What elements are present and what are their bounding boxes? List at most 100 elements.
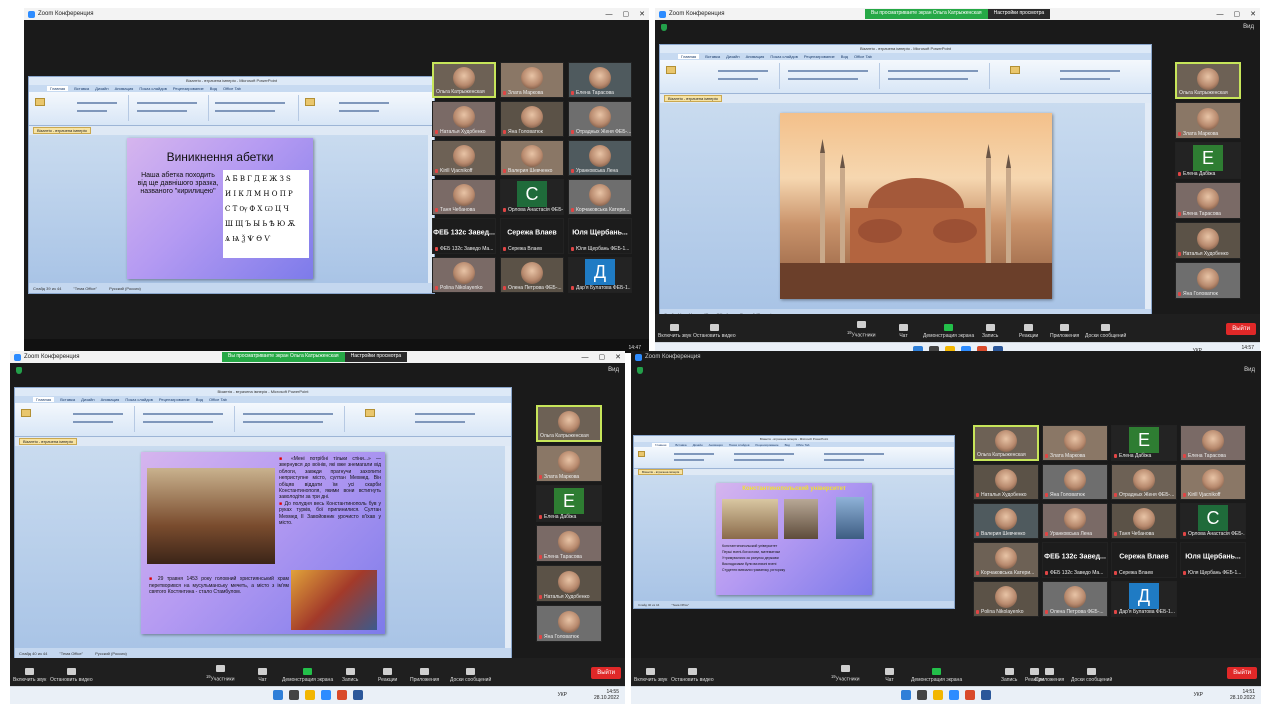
ribbon-tab[interactable]: Показ слайдов xyxy=(125,397,153,402)
share-screen-button[interactable]: Демонстрация экрана xyxy=(911,668,962,683)
ribbon-tab[interactable]: Главная xyxy=(47,86,69,91)
ribbon-tab[interactable]: Вставка xyxy=(705,54,720,59)
participant-tile[interactable]: Валерия Шевченко xyxy=(500,140,564,176)
ribbon-tab[interactable]: Рецензирование xyxy=(804,54,835,59)
participant-tile[interactable]: Валерия Шевченко xyxy=(973,503,1039,539)
chrome-icon[interactable] xyxy=(965,690,975,700)
participant-tile[interactable]: Наталья Худобенко xyxy=(973,464,1039,500)
minimize-icon[interactable]: — xyxy=(606,11,613,18)
participant-tile[interactable]: Корчаковська Катери... xyxy=(973,542,1039,578)
zoom-taskbar-icon[interactable] xyxy=(949,690,959,700)
search-icon[interactable] xyxy=(917,690,927,700)
participant-tile[interactable]: Polina Nikolayenko xyxy=(973,581,1039,617)
document-tab[interactable]: Візантія - втрачена імперія xyxy=(664,95,722,102)
participant-tile[interactable]: Д Дар'я Булатова ФЕБ-1... xyxy=(1111,581,1177,617)
chat-button[interactable]: Чат xyxy=(258,668,267,683)
ribbon-tab[interactable]: Office Tab xyxy=(223,86,241,91)
windows-start-icon[interactable] xyxy=(272,690,283,700)
apps-button[interactable]: Приложения xyxy=(1035,668,1064,683)
paste-icon[interactable] xyxy=(638,451,645,457)
keyboard-language[interactable]: УКР xyxy=(558,692,567,698)
participant-tile[interactable]: Корчаковська Катери... xyxy=(568,179,632,215)
ribbon-tab[interactable]: Анимация xyxy=(746,54,765,59)
ribbon-tab[interactable]: Вид xyxy=(210,86,217,91)
ribbon-tab[interactable]: Office Tab xyxy=(796,443,809,447)
ribbon-tab[interactable]: Дизайн xyxy=(726,54,739,59)
paste-icon[interactable] xyxy=(666,66,676,74)
record-button[interactable]: Запись xyxy=(342,668,358,683)
chat-button[interactable]: Чат xyxy=(899,324,908,339)
participant-tile[interactable]: Ольга Катрыженская xyxy=(536,405,602,442)
ribbon-tab[interactable]: Office Tab xyxy=(854,54,872,59)
participant-tile[interactable]: Kirill Vjacnikoff xyxy=(1180,464,1246,500)
reactions-button[interactable]: Реакции xyxy=(1019,324,1038,339)
participant-tile[interactable]: Наталья Худобенко xyxy=(1175,222,1241,259)
view-button[interactable]: Вид xyxy=(1244,367,1255,373)
word-icon[interactable] xyxy=(981,690,991,700)
ribbon-tab[interactable]: Вставка xyxy=(675,443,686,447)
leave-button[interactable]: Выйти xyxy=(1227,667,1257,679)
record-button[interactable]: Запись xyxy=(982,324,998,339)
close-icon[interactable]: ✕ xyxy=(639,10,645,18)
participant-tile[interactable]: Яна Головатюк xyxy=(500,101,564,137)
participant-tile[interactable]: ФЕБ 132с Завед... ФЕБ 132с Заведо Ма... xyxy=(432,218,496,254)
participant-tile[interactable]: Сережа Влаев Сережа Влаев xyxy=(500,218,564,254)
zoom-taskbar-icon[interactable] xyxy=(320,690,331,700)
stop-video-button[interactable]: Остановить видео xyxy=(693,324,736,339)
arrange-icon[interactable] xyxy=(365,409,375,417)
whiteboards-button[interactable]: Доски сообщений xyxy=(1085,324,1126,339)
participant-tile[interactable]: Д Дар'я Булатова ФЕБ-1... xyxy=(568,257,632,293)
view-options-button[interactable]: Настройки просмотра xyxy=(344,352,408,362)
document-tab[interactable]: Візантія - втрачена імперія xyxy=(19,438,77,445)
participant-tile[interactable]: Злата Маркова xyxy=(536,445,602,482)
participant-tile[interactable]: Яна Головатюк xyxy=(536,605,602,642)
ribbon-tab[interactable]: Вид xyxy=(196,397,203,402)
participant-tile[interactable]: Kirill Vjacnikoff xyxy=(432,140,496,176)
ribbon-tab[interactable]: Office Tab xyxy=(209,397,227,402)
ribbon-tab[interactable]: Анимация xyxy=(709,443,723,447)
ribbon-tab[interactable]: Показ слайдов xyxy=(729,443,750,447)
participant-tile[interactable]: С Орлова Анастасія ФЕБ-... xyxy=(500,179,564,215)
participant-tile[interactable]: Ольга Катрыженская xyxy=(432,62,496,98)
participant-tile[interactable]: Юля Щербань... Юля Щербань ФЕБ-1... xyxy=(568,218,632,254)
ribbon-tab[interactable]: Главная xyxy=(678,54,700,59)
paste-icon[interactable] xyxy=(35,98,45,106)
participant-tile[interactable]: Ольга Катрыженская xyxy=(973,425,1039,461)
mute-button[interactable]: Включить звук xyxy=(13,668,46,683)
whiteboards-button[interactable]: Доски сообщений xyxy=(1071,668,1112,683)
participant-tile[interactable]: Уранковська Лена xyxy=(568,140,632,176)
record-button[interactable]: Запись xyxy=(1001,668,1017,683)
ribbon-tab[interactable]: Рецензирование xyxy=(755,443,778,447)
whiteboards-button[interactable]: Доски сообщений xyxy=(450,668,491,683)
maximize-icon[interactable]: ▢ xyxy=(623,10,630,18)
participant-tile[interactable]: Злата Маркова xyxy=(500,62,564,98)
share-screen-button[interactable]: Демонстрация экрана xyxy=(282,668,333,683)
scrollbar[interactable] xyxy=(1145,103,1151,309)
participant-tile[interactable]: Отрадных Женя ФЕБ-... xyxy=(568,101,632,137)
keyboard-language[interactable]: УКР xyxy=(1194,692,1203,698)
arrange-icon[interactable] xyxy=(1010,66,1020,74)
maximize-icon[interactable]: ▢ xyxy=(599,353,606,361)
participant-tile[interactable]: Злата Маркова xyxy=(1175,102,1241,139)
search-icon[interactable] xyxy=(288,690,299,700)
ribbon-tab[interactable]: Дизайн xyxy=(81,397,94,402)
participant-tile[interactable]: Олена Петрова ФЕБ-... xyxy=(1042,581,1108,617)
participant-tile[interactable]: ФЕБ 132с Завед... ФЕБ 132с Заведо Ма... xyxy=(1042,542,1108,578)
participant-tile[interactable]: Таня Чебанова xyxy=(432,179,496,215)
view-options-button[interactable]: Настройки просмотра xyxy=(987,9,1051,19)
participant-tile[interactable]: Отрадных Женя ФЕБ-... xyxy=(1111,464,1177,500)
ribbon-tab[interactable]: Показ слайдов xyxy=(139,86,167,91)
ribbon-tab[interactable]: Рецензирование xyxy=(159,397,190,402)
participant-tile[interactable]: Е Елена Дабіжа xyxy=(536,485,602,522)
scrollbar[interactable] xyxy=(505,446,511,648)
participant-tile[interactable]: Яна Головатюк xyxy=(1042,464,1108,500)
participant-tile[interactable]: Е Елена Дабіжа xyxy=(1111,425,1177,461)
view-button[interactable]: Вид xyxy=(1243,24,1254,30)
participant-tile[interactable]: Елена Тарасова xyxy=(536,525,602,562)
ribbon-tab[interactable]: Анимация xyxy=(101,397,120,402)
ribbon-tab[interactable]: Вставка xyxy=(74,86,89,91)
participant-tile[interactable]: Елена Тарасова xyxy=(568,62,632,98)
stop-video-button[interactable]: Остановить видео xyxy=(671,668,714,683)
participant-tile[interactable]: Наталья Худобенко xyxy=(432,101,496,137)
document-tab[interactable]: Візантія - втрачена імперія xyxy=(33,127,91,134)
